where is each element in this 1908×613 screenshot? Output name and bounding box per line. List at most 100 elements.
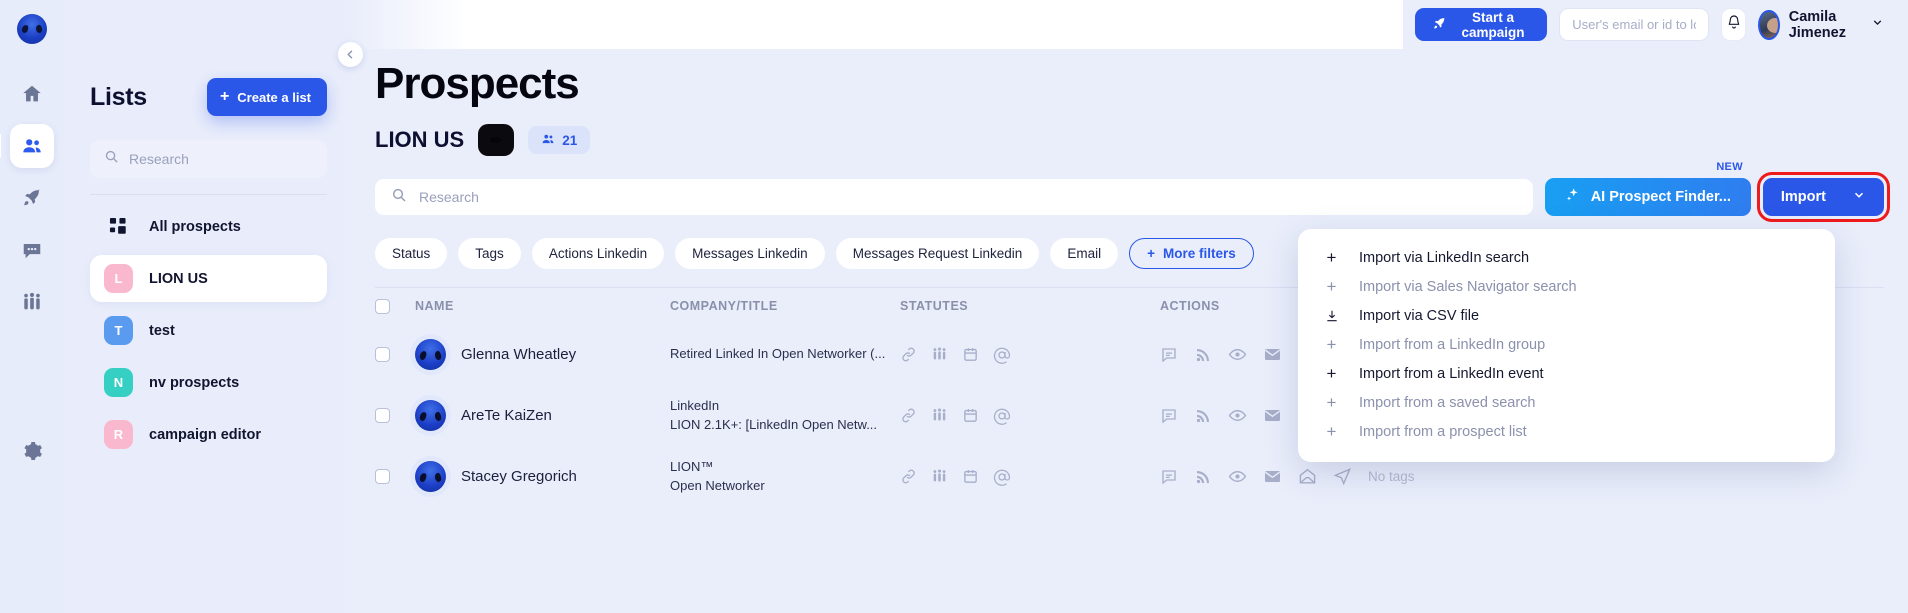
sidebar-item-campaign-editor[interactable]: R campaign editor [90,411,327,458]
column-header-statutes: STATUTES [900,299,1160,313]
group-icon[interactable] [931,407,948,424]
new-badge: NEW [1716,161,1743,173]
menu-item-import-linkedin-group[interactable]: + Import from a LinkedIn group [1298,330,1835,359]
select-all-checkbox[interactable] [375,299,390,314]
plus-icon: + [220,89,229,105]
edit-emoji-button[interactable]: ✏ [478,124,514,156]
prospect-name: AreTe KaiZen [461,407,552,424]
sidebar-search-input[interactable] [129,151,313,167]
sidebar-list-label: nv prospects [149,375,239,391]
filter-chip-status[interactable]: Status [375,238,447,269]
login-as-user-input[interactable] [1559,8,1709,41]
page-title: Prospects [375,60,1908,108]
pencil-icon: ✏ [490,132,502,149]
rss-icon[interactable] [1194,346,1212,364]
open-mail-icon[interactable] [1298,467,1317,486]
collapse-sidebar-button[interactable] [338,42,363,67]
mail-icon[interactable] [1263,406,1282,425]
menu-item-label: Import from a saved search [1359,395,1536,411]
menu-item-import-prospect-list[interactable]: + Import from a prospect list [1298,417,1835,446]
link-icon[interactable] [900,346,917,363]
team-icon [21,291,43,313]
lists-sidebar: Lists + Create a list All prospects L LI… [64,0,351,613]
main-area: Start a campaign Camila Jimenez Prospect… [351,0,1908,613]
column-header-name: NAME [415,299,670,313]
sidebar-list-label: test [149,323,175,339]
rail-item-home[interactable] [10,72,54,116]
create-list-label: Create a list [237,90,311,105]
at-icon[interactable] [993,407,1011,425]
top-bar-background [351,0,1403,49]
menu-item-label: Import via Sales Navigator search [1359,279,1577,295]
plus-icon: + [1324,423,1339,440]
rail-item-settings[interactable] [10,429,54,473]
rail-item-teams[interactable] [10,280,54,324]
app-root: Lists + Create a list All prospects L LI… [0,0,1908,613]
note-icon[interactable] [1160,407,1178,425]
menu-item-import-csv-file[interactable]: Import via CSV file [1298,301,1835,330]
prospect-company: LinkedIn [670,397,900,416]
calendar-icon[interactable] [962,407,979,424]
filter-chip-email[interactable]: Email [1050,238,1118,269]
rail-item-campaigns[interactable] [10,176,54,220]
rail-item-messages[interactable] [10,228,54,272]
import-button[interactable]: Import [1763,178,1884,216]
eye-icon[interactable] [1228,345,1247,364]
sidebar-list-label: LION US [149,271,208,287]
at-icon[interactable] [993,346,1011,364]
menu-item-import-linkedin-search[interactable]: + Import via LinkedIn search [1298,243,1835,272]
chevron-down-icon [1871,16,1884,34]
top-bar: Start a campaign Camila Jimenez [351,0,1908,49]
rocket-icon [1432,16,1447,34]
user-menu[interactable]: Camila Jimenez [1758,9,1884,41]
calendar-icon[interactable] [962,346,979,363]
create-list-button[interactable]: + Create a list [207,78,327,116]
filter-chip-actions-linkedin[interactable]: Actions Linkedin [532,238,664,269]
menu-item-import-saved-search[interactable]: + Import from a saved search [1298,388,1835,417]
plus-icon: + [1324,336,1339,353]
filter-chip-messages-linkedin[interactable]: Messages Linkedin [675,238,825,269]
calendar-icon[interactable] [962,468,979,485]
eye-icon[interactable] [1228,406,1247,425]
mail-icon[interactable] [1263,345,1282,364]
filter-chip-tags[interactable]: Tags [458,238,521,269]
filter-chip-messages-request-linkedin[interactable]: Messages Request Linkedin [836,238,1040,269]
note-icon[interactable] [1160,468,1178,486]
menu-item-label: Import from a prospect list [1359,424,1527,440]
more-filters-button[interactable]: + More filters [1129,238,1254,269]
rss-icon[interactable] [1194,407,1212,425]
send-icon[interactable] [1333,467,1352,486]
notifications-button[interactable] [1721,8,1746,41]
mail-icon[interactable] [1263,467,1282,486]
group-icon[interactable] [931,468,948,485]
prospect-search[interactable] [375,179,1533,215]
sidebar-search[interactable] [90,140,327,178]
at-icon[interactable] [993,468,1011,486]
home-icon [21,83,43,105]
menu-item-import-sales-navigator-search[interactable]: + Import via Sales Navigator search [1298,272,1835,301]
link-icon[interactable] [900,468,917,485]
rail-item-prospects[interactable] [10,124,54,168]
prospect-count: 21 [562,133,577,148]
ai-prospect-finder-button[interactable]: NEW AI Prospect Finder... [1545,178,1751,216]
row-checkbox[interactable] [375,408,390,423]
group-icon[interactable] [931,346,948,363]
search-icon [391,187,407,208]
menu-item-import-linkedin-event[interactable]: + Import from a LinkedIn event [1298,359,1835,388]
start-campaign-button[interactable]: Start a campaign [1415,8,1547,41]
link-icon[interactable] [900,407,917,424]
sidebar-item-test[interactable]: T test [90,307,327,354]
people-icon [21,135,43,157]
eye-icon[interactable] [1228,467,1247,486]
sidebar-item-all-prospects[interactable]: All prospects [90,203,327,250]
avatar [415,461,446,492]
list-avatar: T [104,316,133,345]
alien-logo-icon[interactable] [17,14,47,44]
sidebar-item-lion-us[interactable]: L LION US [90,255,327,302]
note-icon[interactable] [1160,346,1178,364]
row-checkbox[interactable] [375,469,390,484]
sidebar-item-nv-prospects[interactable]: N nv prospects [90,359,327,406]
row-checkbox[interactable] [375,347,390,362]
rss-icon[interactable] [1194,468,1212,486]
prospect-search-input[interactable] [419,189,1517,205]
